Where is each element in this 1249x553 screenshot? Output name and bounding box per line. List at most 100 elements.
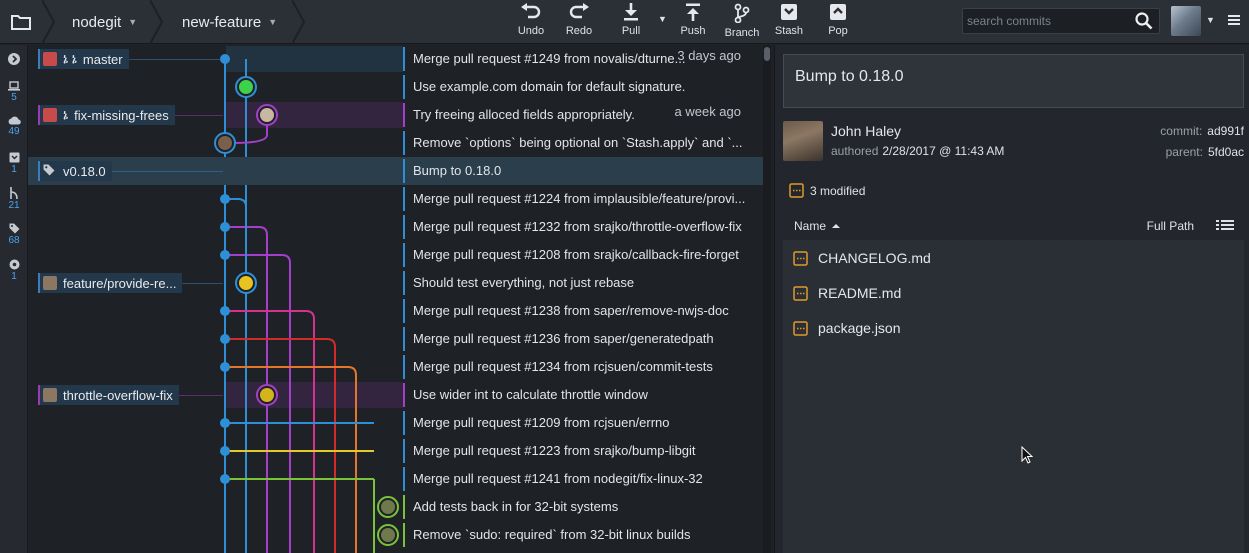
stash-label: Stash xyxy=(774,25,804,37)
toolbar: nodegit ▼ new-feature ▼ Undo Redo Pull ▼… xyxy=(0,0,1249,44)
sidebar-pull-requests[interactable]: 1 xyxy=(0,152,28,175)
list-view-icon[interactable] xyxy=(1216,219,1234,234)
menu-button[interactable] xyxy=(1228,14,1240,29)
branch-label[interactable]: ኔ fix-missing-frees xyxy=(38,105,175,125)
commit-row[interactable]: Use example.com domain for default signa… xyxy=(28,73,763,101)
commit-time: a week ago xyxy=(674,104,742,119)
pull-options-caret[interactable]: ▼ xyxy=(658,14,667,24)
parent-sha[interactable]: 5fd0ac xyxy=(1208,145,1244,159)
commit-time: 3 days ago xyxy=(677,48,741,63)
search-box xyxy=(962,8,1160,34)
branch-selector[interactable]: new-feature ▼ xyxy=(182,0,277,44)
user-avatar[interactable] xyxy=(1171,6,1201,36)
commit-sha[interactable]: ad991f xyxy=(1207,124,1244,138)
branch-label[interactable]: feature/provide-re... xyxy=(38,273,183,293)
commit-row[interactable]: Add tests back in for 32-bit systems xyxy=(28,493,763,521)
commit-row-color-bar xyxy=(403,243,405,267)
modified-file-icon xyxy=(793,250,808,266)
commit-message: Merge pull request #1224 from implausibl… xyxy=(413,191,746,206)
left-sidebar: 5 49 1 21 68 1 xyxy=(0,45,28,553)
commit-row-color-bar xyxy=(403,103,405,127)
commit-message: Remove `options` being optional on `Stas… xyxy=(413,135,743,150)
commit-message: Merge pull request #1236 from saper/gene… xyxy=(413,331,714,346)
breadcrumb-separator xyxy=(292,0,306,44)
laptop-icon xyxy=(8,81,20,91)
author-avatar xyxy=(783,121,823,161)
sort-by-name-button[interactable]: Name xyxy=(794,219,841,233)
commit-row[interactable]: Merge pull request #1224 from implausibl… xyxy=(28,185,763,213)
pop-label: Pop xyxy=(828,25,848,37)
sidebar-remote[interactable]: 49 xyxy=(0,116,28,137)
branch-button[interactable]: Branch xyxy=(718,2,766,42)
search-input[interactable] xyxy=(967,12,1127,30)
chevron-down-icon[interactable]: ▼ xyxy=(1206,15,1215,25)
author-name: John Haley xyxy=(831,123,902,139)
commit-row[interactable]: Merge pull request #1238 from saper/remo… xyxy=(28,297,763,325)
commit-row-color-bar xyxy=(403,187,405,211)
pull-icon xyxy=(624,3,638,21)
sidebar-tags[interactable]: 68 xyxy=(0,223,28,246)
chevron-down-icon: ▼ xyxy=(128,17,138,27)
redo-button[interactable]: Redo xyxy=(555,2,603,42)
pop-icon xyxy=(830,4,846,20)
file-item[interactable]: README.md xyxy=(793,283,901,303)
commit-row[interactable]: Merge pull request #1241 from nodegit/fi… xyxy=(28,465,763,493)
search-icon[interactable] xyxy=(1135,12,1153,33)
user-avatar-icon xyxy=(43,276,57,290)
commit-message: Merge pull request #1241 from nodegit/fi… xyxy=(413,471,703,486)
undo-button[interactable]: Undo xyxy=(507,2,555,42)
commit-row[interactable]: Merge pull request #1209 from rcjsuen/er… xyxy=(28,409,763,437)
commit-row[interactable]: Merge pull request #1208 from srajko/cal… xyxy=(28,241,763,269)
graph-scrollbar[interactable] xyxy=(763,45,771,553)
modified-count: 3 modified xyxy=(810,183,866,198)
branch-label[interactable]: ኔ ኔ master xyxy=(38,49,129,69)
commit-message: Merge pull request #1234 from rcjsuen/co… xyxy=(413,359,713,374)
branch-name: v0.18.0 xyxy=(63,163,106,179)
commit-label: commit: xyxy=(1160,124,1203,138)
file-item[interactable]: CHANGELOG.md xyxy=(793,248,931,268)
commit-row[interactable]: Remove `sudo: required` from 32-bit linu… xyxy=(28,521,763,549)
commit-row[interactable]: Merge pull request #1232 from srajko/thr… xyxy=(28,213,763,241)
modified-file-icon xyxy=(793,285,808,301)
branch-label[interactable]: throttle-overflow-fix xyxy=(38,385,179,405)
branch-local-remote-icon: ኔ ኔ xyxy=(63,51,77,66)
file-item[interactable]: package.json xyxy=(793,318,901,338)
mouse-cursor-icon xyxy=(1021,446,1033,464)
local-count: 5 xyxy=(11,92,17,103)
commit-row[interactable]: Remove `options` being optional on `Stas… xyxy=(28,129,763,157)
branch-name: feature/provide-re... xyxy=(63,275,177,291)
commit-row[interactable]: Merge pull request #1234 from rcjsuen/co… xyxy=(28,353,763,381)
chevron-right-icon xyxy=(8,53,20,65)
branch-label-connector xyxy=(182,283,223,284)
pull-button[interactable]: Pull xyxy=(607,2,655,42)
push-button[interactable]: Push xyxy=(669,2,717,42)
branch-name: new-feature xyxy=(182,13,262,31)
commit-detail-panel: Bump to 0.18.0 John Haley authored 2/28/2… xyxy=(774,45,1249,553)
branch-label[interactable]: v0.18.0 xyxy=(38,161,112,181)
commit-row[interactable]: Merge pull request #1223 from srajko/bum… xyxy=(28,437,763,465)
scrollbar-thumb[interactable] xyxy=(764,47,770,61)
sidebar-local[interactable]: 5 xyxy=(0,81,28,103)
expand-sidebar-button[interactable] xyxy=(0,53,28,65)
stash-button[interactable]: Stash xyxy=(765,2,813,42)
open-repo-button[interactable] xyxy=(0,0,42,44)
commit-row-color-bar xyxy=(403,215,405,239)
repo-selector[interactable]: nodegit ▼ xyxy=(72,0,137,44)
parent-sha-info: parent: 5fd0ac xyxy=(1166,145,1244,159)
tag-icon xyxy=(9,223,19,234)
commit-row-color-bar xyxy=(403,327,405,351)
hamburger-icon xyxy=(1228,15,1240,25)
tag-icon xyxy=(43,164,57,178)
commit-message: Bump to 0.18.0 xyxy=(413,163,502,178)
full-path-toggle[interactable]: Full Path xyxy=(1147,219,1194,233)
commit-row[interactable]: Merge pull request #1236 from saper/gene… xyxy=(28,325,763,353)
modified-file-icon xyxy=(793,320,808,336)
sidebar-submodules[interactable]: 1 xyxy=(0,259,28,282)
pop-button[interactable]: Pop xyxy=(814,2,862,42)
file-name: package.json xyxy=(818,320,901,336)
commit-row-color-bar xyxy=(403,299,405,323)
undo-icon xyxy=(521,3,541,19)
sidebar-branches[interactable]: 21 xyxy=(0,187,28,211)
push-label: Push xyxy=(680,25,706,37)
commit-message[interactable]: Bump to 0.18.0 xyxy=(783,54,1244,108)
